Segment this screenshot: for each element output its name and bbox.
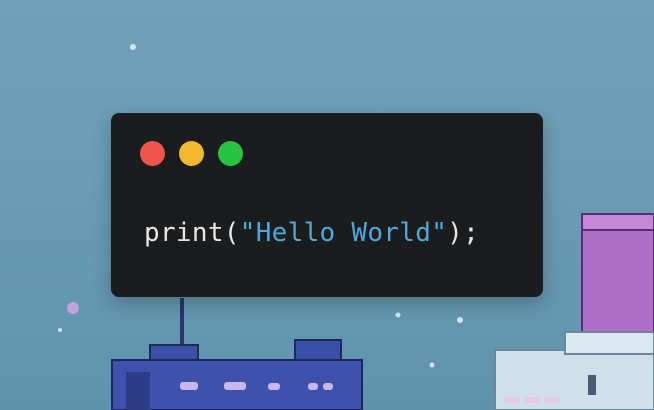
function-name: print	[144, 218, 224, 248]
close-paren-semicolon: );	[447, 218, 480, 248]
building-left	[111, 298, 363, 410]
window-controls	[140, 141, 243, 166]
pink-sparkle	[67, 302, 79, 314]
code-line: print("Hello World");	[144, 214, 479, 252]
open-paren: (	[223, 218, 240, 248]
minimize-button[interactable]	[179, 141, 204, 166]
code-window: print("Hello World");	[111, 113, 543, 297]
close-button[interactable]	[140, 141, 165, 166]
string-literal: "Hello World"	[239, 218, 448, 248]
maximize-button[interactable]	[218, 141, 243, 166]
